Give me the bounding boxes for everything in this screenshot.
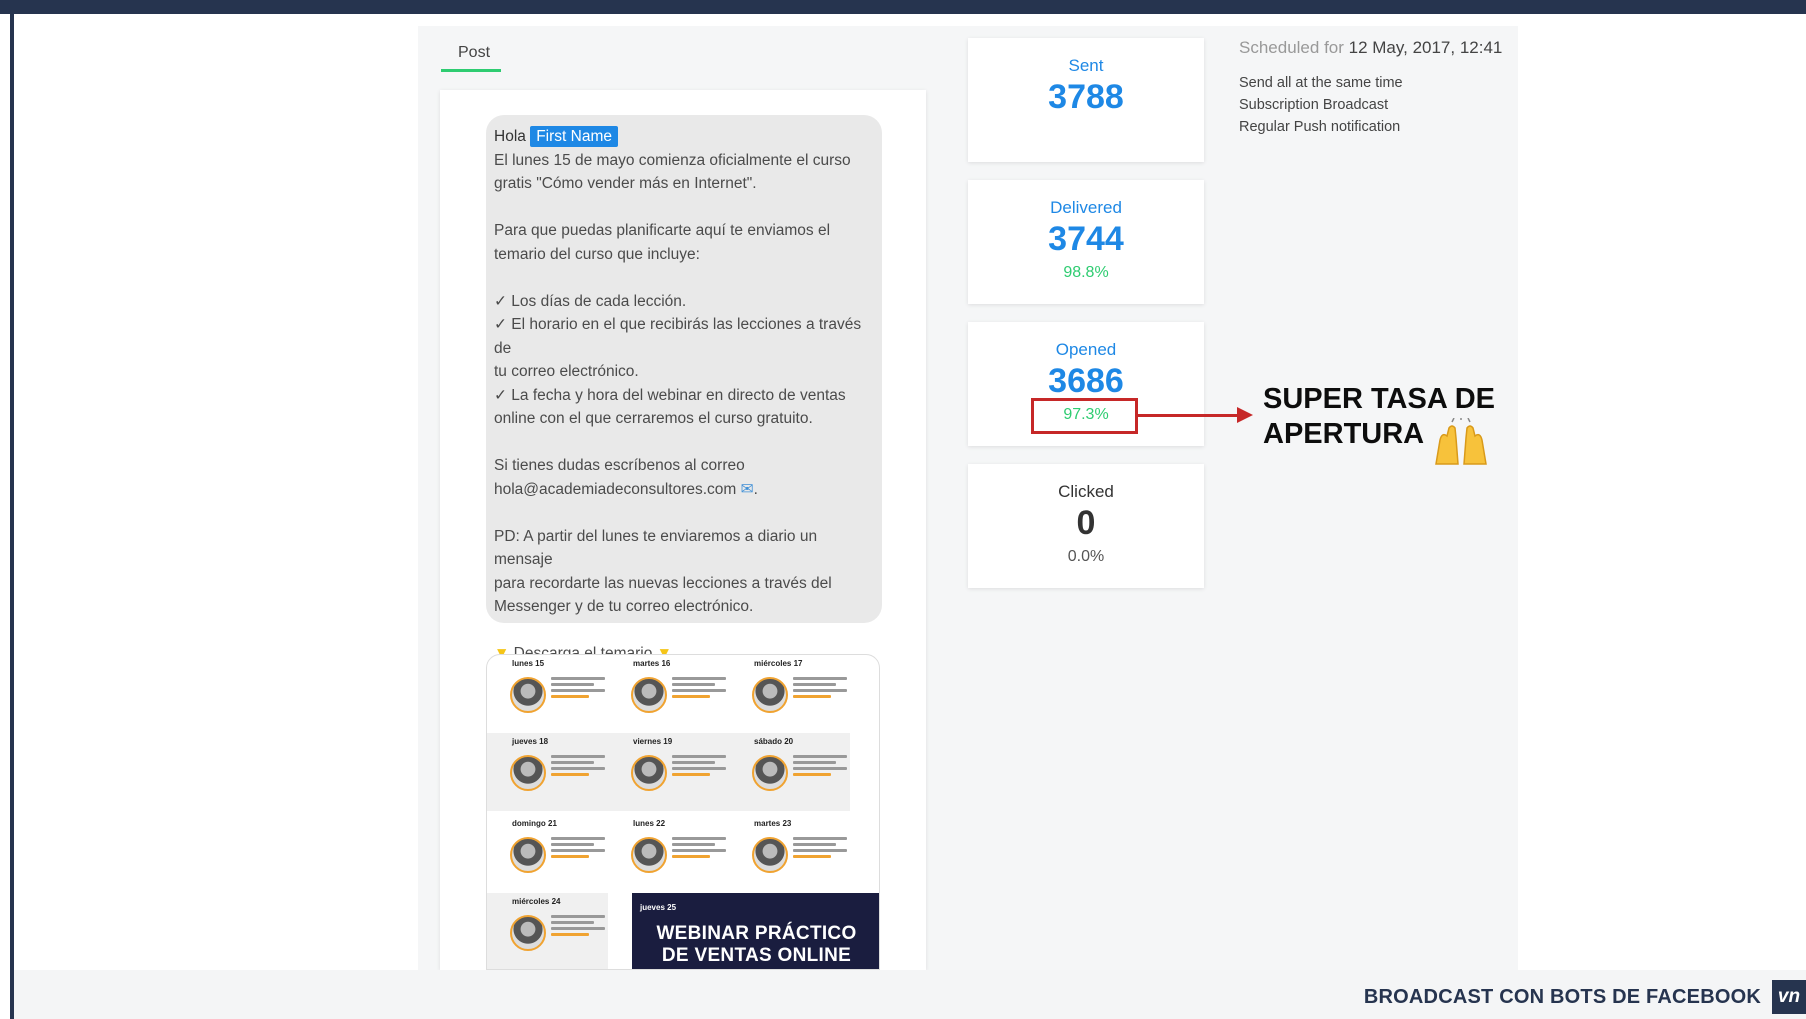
message-line: tu correo electrónico. xyxy=(494,363,639,380)
session-text xyxy=(672,677,726,701)
session-text xyxy=(672,755,726,779)
course-schedule-image[interactable]: lunes 15 martes 16 miércoles 17 jueves 1… xyxy=(486,654,880,970)
stat-label: Opened xyxy=(1055,340,1117,359)
stat-value: 0 xyxy=(1076,504,1096,542)
session-text xyxy=(551,837,605,861)
message-line: El lunes 15 de mayo comienza oficialment… xyxy=(494,151,851,169)
message-line: Si tienes dudas escríbenos al correo xyxy=(494,457,745,474)
stat-percentage: 0.0% xyxy=(1067,548,1105,565)
speaker-avatar xyxy=(510,755,546,791)
mailbox-icon: ✉ xyxy=(740,480,754,498)
day-title: lunes 15 xyxy=(512,659,545,668)
speaker-avatar xyxy=(631,837,667,873)
webinar-title-line: WEBINAR PRÁCTICO xyxy=(656,923,857,944)
footer-title: BROADCAST CON BOTS DE FACEBOOK xyxy=(1363,986,1761,1008)
session-text xyxy=(793,755,847,779)
speaker-avatar xyxy=(631,677,667,713)
schedule-info: Scheduled for 12 May, 2017, 12:41 xyxy=(1239,38,1502,58)
message-line: para recordarte las nuevas lecciones a t… xyxy=(494,574,832,592)
day-cell: domingo 21 xyxy=(487,815,608,893)
notification-type: Regular Push notification xyxy=(1239,119,1401,135)
day-title: miércoles 24 xyxy=(512,897,561,906)
broadcast-type: Subscription Broadcast xyxy=(1239,97,1389,113)
first-name-tag: First Name xyxy=(530,126,618,147)
stat-label: Delivered xyxy=(1050,198,1122,217)
message-line: ✓ La fecha y hora del webinar en directo… xyxy=(494,386,846,404)
day-title: domingo 21 xyxy=(512,819,557,828)
webinar-title: WEBINAR PRÁCTICO DE VENTAS ONLINE xyxy=(632,923,879,967)
message-line: PD: A partir del lunes te enviaremos a d… xyxy=(494,527,818,569)
day-cell: jueves 18 xyxy=(487,733,608,811)
day-cell: martes 23 xyxy=(729,815,850,893)
speaker-avatar xyxy=(510,915,546,951)
stat-value: 3686 xyxy=(1048,362,1124,400)
day-cell: lunes 22 xyxy=(608,815,729,893)
stat-label: Sent xyxy=(1068,56,1104,75)
brand-logo: vn xyxy=(1772,980,1806,1014)
speaker-avatar xyxy=(752,755,788,791)
session-text xyxy=(672,837,726,861)
session-text xyxy=(551,677,605,701)
arrow-right-icon xyxy=(1237,407,1253,423)
schedule-prefix: Scheduled for xyxy=(1239,38,1344,57)
message-line: ✓ Los días de cada lección. xyxy=(494,292,687,310)
raised-hands-icon xyxy=(1435,418,1487,465)
callout-line: SUPER TASA DE xyxy=(1263,383,1496,415)
greeting: Hola xyxy=(494,128,526,145)
speaker-avatar xyxy=(752,677,788,713)
message-line: ✓ El horario en el que recibirás las lec… xyxy=(494,316,862,357)
stat-card-sent: Sent 3788 xyxy=(968,38,1204,162)
session-text xyxy=(551,915,605,939)
left-border xyxy=(10,14,14,1019)
webinar-title-line: DE VENTAS ONLINE xyxy=(661,945,852,966)
day-cell: miércoles 17 xyxy=(729,655,850,733)
day-title: miércoles 17 xyxy=(754,659,803,668)
send-mode: Send all at the same time xyxy=(1239,75,1403,91)
day-cell: miércoles 24 xyxy=(487,893,608,969)
stat-value: 3788 xyxy=(1048,78,1124,116)
stat-percentage: 98.8% xyxy=(1063,264,1109,281)
speaker-avatar xyxy=(510,677,546,713)
message-line: Para que puedas planificarte aquí te env… xyxy=(494,222,831,239)
opened-rate-highlight xyxy=(1031,398,1138,434)
stat-card-clicked: Clicked 0 0.0% xyxy=(968,464,1204,588)
day-title: viernes 19 xyxy=(633,737,673,746)
message-line: temario del curso que incluye: xyxy=(494,245,700,263)
speaker-avatar xyxy=(752,837,788,873)
day-title: jueves 18 xyxy=(512,737,549,746)
day-cell: sábado 20 xyxy=(729,733,850,811)
webinar-banner: jueves 25 WEBINAR PRÁCTICO DE VENTAS ONL… xyxy=(632,893,879,969)
speaker-avatar xyxy=(631,755,667,791)
tab-post[interactable]: Post xyxy=(458,44,490,62)
arrow-line xyxy=(1138,414,1240,417)
tab-active-indicator xyxy=(441,69,501,72)
day-title: martes 16 xyxy=(633,659,671,668)
stat-value: 3744 xyxy=(1048,220,1124,258)
day-title: martes 23 xyxy=(754,819,792,828)
message-line: Messenger y de tu correo electrónico. xyxy=(494,598,754,615)
stat-label: Clicked xyxy=(1058,482,1114,501)
day-cell: viernes 19 xyxy=(608,733,729,811)
email-text: hola@academiadeconsultores.com xyxy=(494,480,737,498)
message-line: gratis "Cómo vender más en Internet". xyxy=(494,175,757,192)
top-border xyxy=(0,0,1806,14)
day-title: lunes 22 xyxy=(633,819,666,828)
session-text xyxy=(551,755,605,779)
day-cell: lunes 15 xyxy=(487,655,608,733)
stat-card-delivered: Delivered 3744 98.8% xyxy=(968,180,1204,304)
day-title: sábado 20 xyxy=(754,737,794,746)
day-cell: martes 16 xyxy=(608,655,729,733)
session-text xyxy=(793,677,847,701)
schedule-datetime: 12 May, 2017, 12:41 xyxy=(1348,38,1503,57)
webinar-day: jueves 25 xyxy=(640,903,677,912)
session-text xyxy=(793,837,847,861)
message-bubble: Hola First Name El lunes 15 de mayo comi… xyxy=(486,115,882,662)
message-line: online con el que cerraremos el curso gr… xyxy=(494,410,813,427)
speaker-avatar xyxy=(510,837,546,873)
